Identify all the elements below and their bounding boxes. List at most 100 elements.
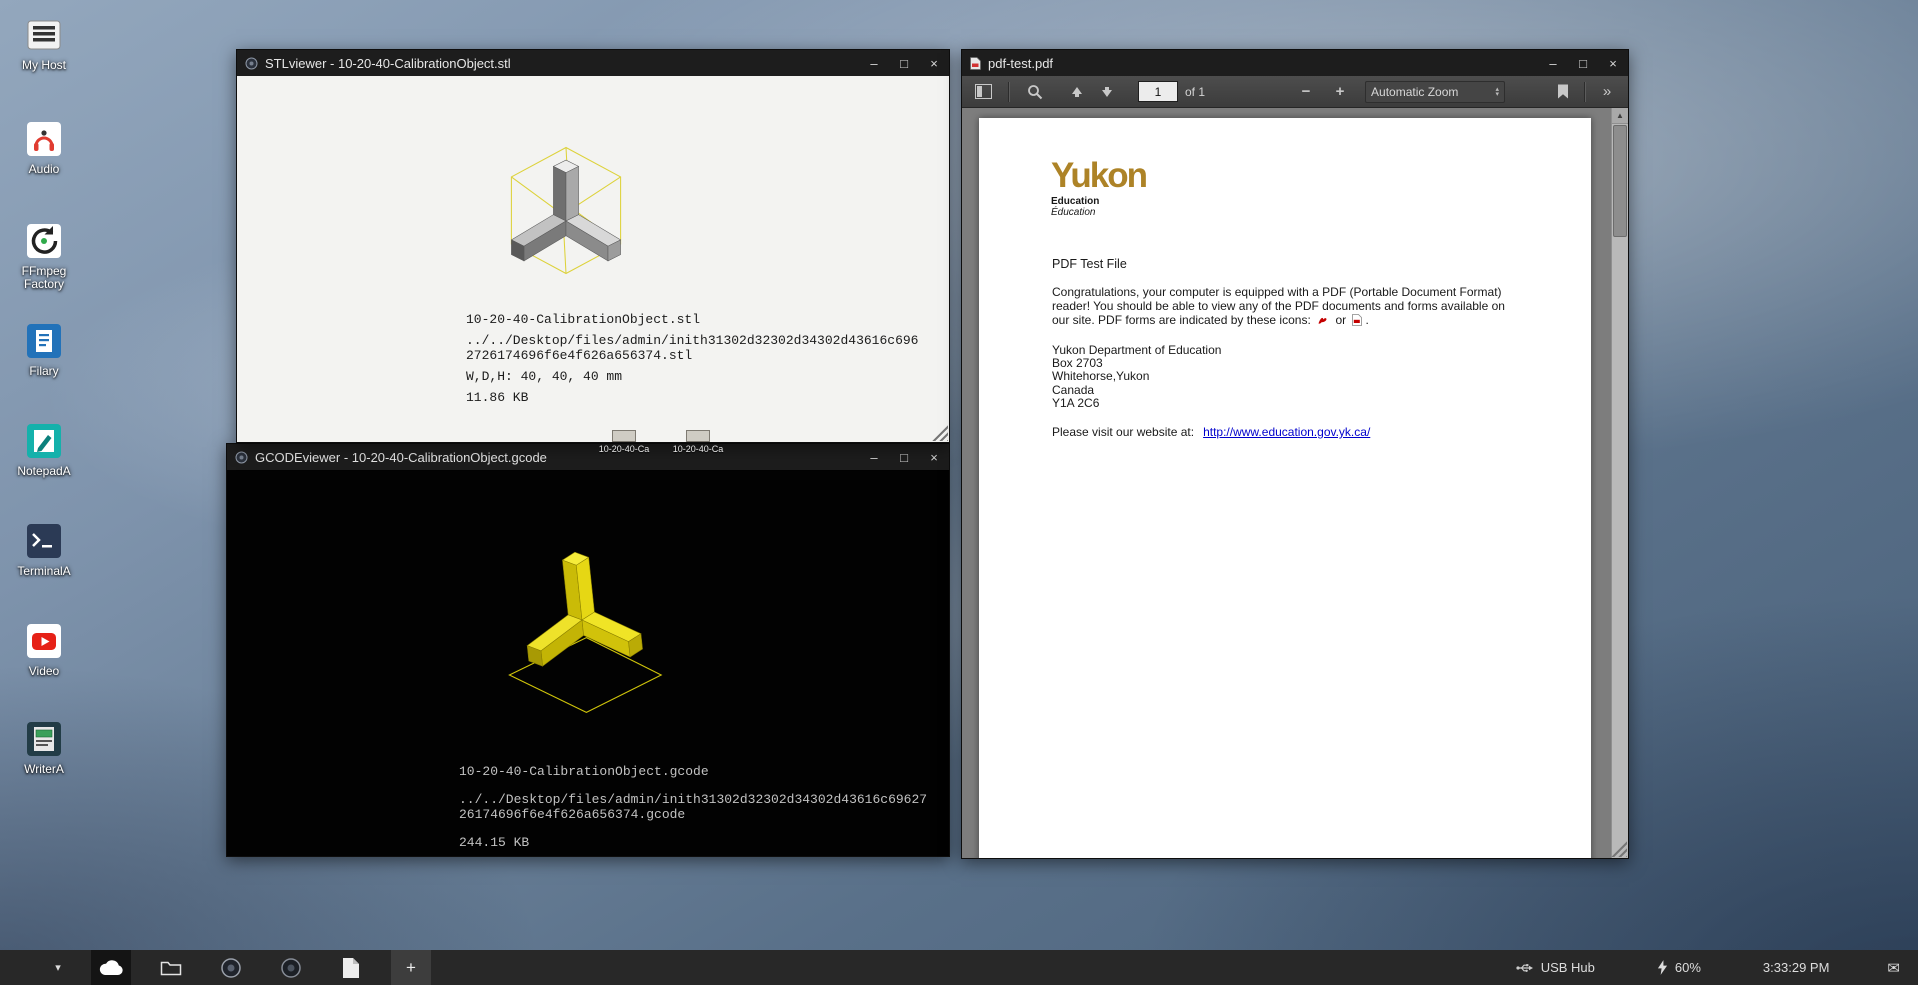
close-button[interactable]: ×: [927, 57, 941, 70]
desktop-icon-ffmpeg-factory[interactable]: FFmpeg Factory: [8, 220, 80, 291]
desktop-icon-writera[interactable]: WriterA: [8, 718, 80, 776]
file-icon: [612, 430, 636, 442]
address-line: Whitehorse,Yukon: [1052, 370, 1221, 383]
file-label: 10-20-40-Ca: [660, 444, 736, 454]
stl-path-line1: ../../Desktop/files/admin/inith31302d323…: [466, 333, 918, 348]
chevron-down-icon: ▾: [55, 961, 61, 974]
desktop-icon-video[interactable]: Video: [8, 620, 80, 678]
scrollbar-thumb[interactable]: [1613, 125, 1627, 237]
audio-icon: [23, 118, 65, 160]
battery-percent-label: 60%: [1675, 960, 1701, 975]
secondary-toolbar-toggle-button[interactable]: »: [1594, 80, 1620, 104]
taskbar-pdfviewer-button[interactable]: [331, 950, 371, 985]
bookmark-icon: [1557, 84, 1569, 99]
taskbar-collapse-button[interactable]: ▾: [45, 950, 71, 985]
my-host-icon: [23, 14, 65, 56]
page-number-input[interactable]: [1138, 81, 1178, 102]
battery-status[interactable]: 60%: [1657, 960, 1701, 975]
stl-model-render: [461, 116, 671, 326]
minimize-button[interactable]: –: [1546, 57, 1560, 70]
desktop-icon-label: Video: [29, 665, 59, 678]
yukon-logo-sub-en: Education: [1051, 197, 1146, 207]
stlviewer-window: STLviewer - 10-20-40-CalibrationObject.s…: [236, 49, 950, 443]
background-file-item[interactable]: 10-20-40-Ca: [586, 430, 662, 454]
stl-viewport[interactable]: 10-20-40-CalibrationObject.stl ../../Des…: [237, 76, 949, 442]
zoom-in-button[interactable]: +: [1327, 80, 1353, 104]
sidebar-toggle-icon: [975, 84, 992, 99]
gcode-filename: 10-20-40-CalibrationObject.gcode: [459, 764, 927, 779]
zoom-select[interactable]: Automatic Zoom ▴▾: [1365, 81, 1505, 103]
stl-file-info: 10-20-40-CalibrationObject.stl ../../Des…: [466, 312, 918, 405]
filary-icon: [23, 320, 65, 362]
bookmark-button[interactable]: [1550, 80, 1576, 104]
close-button[interactable]: ×: [927, 451, 941, 464]
pdf-content-area[interactable]: Yukon Education Éducation PDF Test File …: [962, 108, 1628, 858]
taskbar-dashboard-button[interactable]: [91, 950, 131, 985]
toolbar-separator: [1008, 82, 1010, 102]
close-button[interactable]: ×: [1606, 57, 1620, 70]
pdf-heading: PDF Test File: [1052, 257, 1127, 271]
paragraph-line: Congratulations, your computer is equipp…: [1052, 285, 1612, 299]
taskbar-gcodeviewer-button[interactable]: [271, 950, 311, 985]
website-label: Please visit our website at:: [1052, 425, 1194, 439]
minimize-button[interactable]: –: [867, 451, 881, 464]
stlviewer-app-icon: [245, 57, 258, 70]
mail-button[interactable]: ✉: [1887, 959, 1900, 977]
file-icon: [686, 430, 710, 442]
pdf-scrollbar[interactable]: ▲: [1611, 108, 1628, 858]
writera-icon: [23, 718, 65, 760]
desktop-icon-terminala[interactable]: TerminalA: [8, 520, 80, 578]
desktop-icon-filary[interactable]: Filary: [8, 320, 80, 378]
find-button[interactable]: [1022, 80, 1048, 104]
toolbar-separator: [1584, 82, 1586, 102]
desktop-icon-audio[interactable]: Audio: [8, 118, 80, 176]
gcodeviewer-app-icon: [235, 451, 248, 464]
scroll-up-button[interactable]: ▲: [1612, 108, 1628, 124]
maximize-button[interactable]: □: [1576, 57, 1590, 70]
maximize-button[interactable]: □: [897, 451, 911, 464]
maximize-button[interactable]: □: [897, 57, 911, 70]
gcode-viewport[interactable]: 10-20-40-CalibrationObject.gcode ../../D…: [227, 470, 949, 856]
resize-grip[interactable]: [931, 424, 948, 441]
yukon-logo: Yukon Education Éducation: [1051, 158, 1146, 218]
desktop-icon-label: Audio: [29, 163, 60, 176]
arrow-down-icon: [1100, 85, 1114, 99]
desktop-icon-label: TerminalA: [17, 565, 70, 578]
next-page-button[interactable]: [1094, 80, 1120, 104]
taskbar: ▾ + USB Hub: [0, 950, 1918, 985]
stlviewer-titlebar[interactable]: STLviewer - 10-20-40-CalibrationObject.s…: [237, 50, 949, 76]
gcodeviewer-window: GCODEviewer - 10-20-40-CalibrationObject…: [226, 443, 950, 857]
search-icon: [1027, 84, 1043, 100]
arrow-up-icon: [1070, 85, 1084, 99]
pdf-titlebar[interactable]: pdf-test.pdf – □ ×: [962, 50, 1628, 76]
pdf-window: pdf-test.pdf – □ × of 1 −: [961, 49, 1629, 859]
gcode-path-line1: ../../Desktop/files/admin/inith31302d323…: [459, 792, 927, 807]
address-line: Canada: [1052, 384, 1221, 397]
gcode-file-info: 10-20-40-CalibrationObject.gcode ../../D…: [459, 764, 927, 850]
window-title: GCODEviewer - 10-20-40-CalibrationObject…: [255, 450, 860, 465]
file-label: 10-20-40-Ca: [586, 444, 662, 454]
taskbar-files-button[interactable]: [151, 950, 191, 985]
mail-icon: ✉: [1887, 960, 1900, 977]
sidebar-toggle-button[interactable]: [970, 80, 996, 104]
terminala-icon: [23, 520, 65, 562]
taskbar-add-workspace-button[interactable]: +: [391, 950, 431, 985]
notepada-icon: [23, 420, 65, 462]
acrobat-icon: [1317, 314, 1329, 329]
taskbar-stlviewer-button[interactable]: [211, 950, 251, 985]
gcodeviewer-app-icon: [280, 957, 302, 979]
zoom-out-button[interactable]: −: [1293, 80, 1319, 104]
desktop-icon-notepada[interactable]: NotepadA: [8, 420, 80, 478]
desktop-icon-my-host[interactable]: My Host: [8, 14, 80, 72]
stlviewer-app-icon: [220, 957, 242, 979]
desktop-icon-label: NotepadA: [17, 465, 70, 478]
pdf-form-icon: [1352, 314, 1362, 329]
usb-hub-status[interactable]: USB Hub: [1516, 960, 1595, 975]
gcode-filesize: 244.15 KB: [459, 835, 927, 850]
stl-path-line2: 2726174696f6e4f626a656374.stl: [466, 348, 918, 363]
minimize-button[interactable]: –: [867, 57, 881, 70]
stl-filename: 10-20-40-CalibrationObject.stl: [466, 312, 918, 327]
previous-page-button[interactable]: [1064, 80, 1090, 104]
website-link[interactable]: http://www.education.gov.yk.ca/: [1203, 425, 1370, 439]
background-file-item[interactable]: 10-20-40-Ca: [660, 430, 736, 454]
